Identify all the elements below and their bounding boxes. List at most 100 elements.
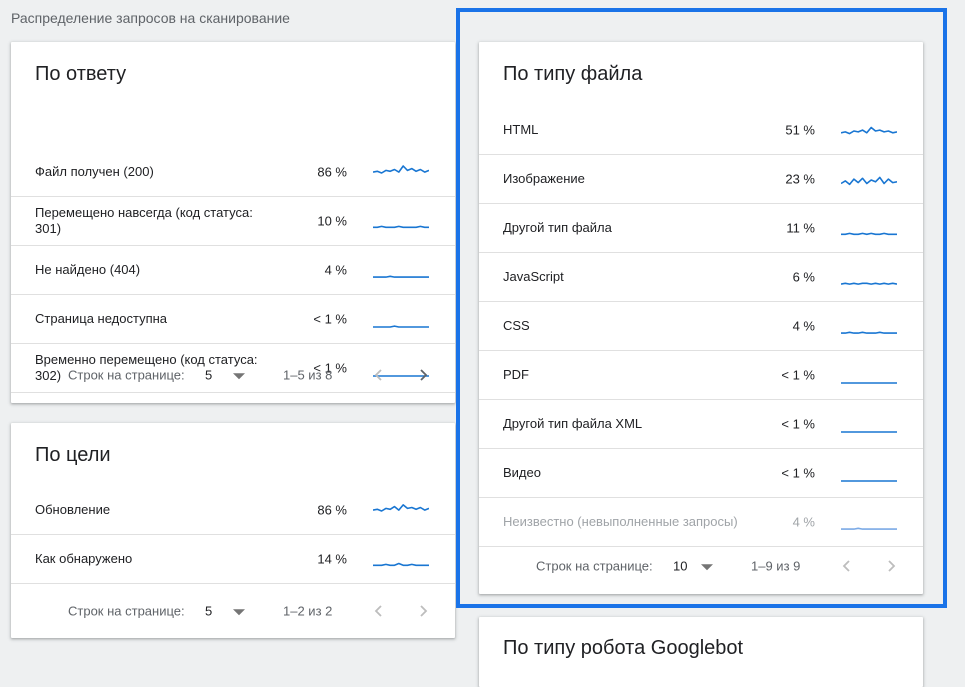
table-row[interactable]: Другой тип файла 11 %	[479, 204, 923, 253]
row-label: CSS	[503, 318, 530, 333]
sparkline-series	[841, 282, 897, 285]
sparkline-series	[373, 504, 429, 512]
row-label: Как обнаружено	[35, 551, 133, 566]
sparkline-series	[373, 165, 429, 174]
sparkline	[373, 562, 429, 567]
row-value: < 1 %	[781, 416, 815, 432]
table-row[interactable]: Другой тип файла XML < 1 %	[479, 400, 923, 449]
rows-list: Обновление 86 % Как обнаружено 14 %	[11, 486, 455, 584]
rows-per-page-label: Строк на странице:	[68, 367, 185, 383]
row-label: Другой тип файла XML	[503, 416, 643, 431]
page-range: 1–9 из 9	[751, 558, 801, 574]
row-value: 23 %	[785, 171, 815, 187]
row-label: Неизвестно (невыполненные запросы)	[503, 514, 738, 529]
card-by-purpose: По цели Обновление 86 % Как обнаружено 14 …	[11, 423, 455, 638]
sparkline-series	[373, 225, 429, 229]
table-row[interactable]: Видео < 1 %	[479, 449, 923, 498]
rows-per-page-select[interactable]: 5	[205, 604, 212, 619]
table-row[interactable]: Изображение 23 %	[479, 155, 923, 204]
row-value: < 1 %	[781, 367, 815, 383]
row-label: Изображение	[503, 171, 585, 186]
table-row[interactable]: Не найдено (404) 4 %	[11, 246, 455, 295]
rows-per-page-label: Строк на странице:	[536, 558, 653, 574]
row-label: Обновление	[35, 502, 111, 517]
caret-down-icon[interactable]	[701, 564, 713, 571]
sparkline	[841, 480, 897, 482]
row-value: 11 %	[786, 220, 815, 236]
sparkline	[841, 126, 897, 135]
card-by-file-type: По типу файла HTML 51 % Изображение 23 % Д…	[479, 42, 923, 594]
sparkline-series	[373, 325, 429, 328]
caret-down-icon[interactable]	[233, 609, 245, 616]
sparkline-series	[373, 275, 429, 278]
chevron-left-icon[interactable]	[372, 368, 386, 382]
chevron-left-icon[interactable]	[372, 604, 386, 618]
table-row[interactable]: Как обнаружено 14 %	[11, 535, 455, 584]
row-label: JavaScript	[503, 269, 564, 284]
row-label: Перемещено навсегда (код статуса: 301)	[35, 205, 253, 236]
sparkline	[373, 225, 429, 229]
row-label: Видео	[503, 465, 541, 480]
row-value: 4 %	[792, 318, 815, 334]
row-value: 51 %	[785, 122, 815, 138]
sparkline	[841, 232, 897, 236]
row-value: 86 %	[317, 502, 347, 518]
table-row[interactable]: Перемещено навсегда (код статуса: 301) 10…	[11, 197, 455, 246]
table-row[interactable]: CSS 4 %	[479, 302, 923, 351]
sparkline	[373, 275, 429, 278]
row-label: PDF	[503, 367, 529, 382]
row-value: 4 %	[792, 514, 815, 530]
row-value: 86 %	[317, 164, 347, 180]
table-row[interactable]: Обновление 86 %	[11, 486, 455, 535]
row-value: 10 %	[317, 213, 347, 229]
chevron-left-icon[interactable]	[840, 559, 854, 573]
row-value: 14 %	[317, 551, 347, 567]
section-title: Распределение запросов на сканирование	[11, 10, 290, 26]
row-label: Файл получен (200)	[35, 164, 154, 179]
chevron-right-icon[interactable]	[416, 368, 430, 382]
sparkline	[841, 331, 897, 334]
rows-per-page-select[interactable]: 10	[673, 559, 687, 574]
caret-down-icon[interactable]	[233, 373, 245, 380]
sparkline-series	[841, 331, 897, 334]
page-range: 1–5 из 8	[283, 367, 333, 383]
pagination: Строк на странице: 5 1–5 из 8	[11, 347, 455, 403]
rows-per-page-select[interactable]: 5	[205, 368, 212, 383]
sparkline	[841, 176, 897, 186]
sparkline-series	[841, 232, 897, 236]
row-value: 6 %	[792, 269, 815, 285]
card-by-googlebot-type: По типу робота Googlebot	[479, 617, 923, 687]
pagination: Строк на странице: 10 1–9 из 9	[479, 538, 923, 594]
sparkline	[373, 504, 429, 512]
sparkline-series	[841, 527, 897, 530]
card-by-response: По ответу Файл получен (200) 86 % Перемещ…	[11, 42, 455, 403]
row-value: < 1 %	[313, 311, 347, 327]
row-label: Другой тип файла	[503, 220, 612, 235]
sparkline	[841, 431, 897, 433]
table-row[interactable]: JavaScript 6 %	[479, 253, 923, 302]
row-value: < 1 %	[781, 465, 815, 481]
card-title: По цели	[35, 444, 111, 466]
table-row[interactable]: Файл получен (200) 86 %	[11, 148, 455, 197]
sparkline	[841, 282, 897, 285]
chevron-right-icon[interactable]	[416, 604, 430, 618]
rows-list: HTML 51 % Изображение 23 % Другой тип файл…	[479, 106, 923, 547]
table-row[interactable]: PDF < 1 %	[479, 351, 923, 400]
sparkline-series	[373, 562, 429, 567]
row-label: Не найдено (404)	[35, 262, 141, 277]
sparkline	[373, 165, 429, 174]
card-title: По типу робота Googlebot	[503, 637, 744, 659]
table-row[interactable]: HTML 51 %	[479, 106, 923, 155]
sparkline	[373, 325, 429, 328]
sparkline	[841, 382, 897, 384]
chevron-right-icon[interactable]	[884, 559, 898, 573]
sparkline	[841, 527, 897, 530]
sparkline-series	[841, 176, 897, 186]
sparkline-series	[841, 126, 897, 135]
row-label: Страница недоступна	[35, 311, 168, 326]
row-label: HTML	[503, 122, 539, 137]
page-range: 1–2 из 2	[283, 603, 333, 619]
row-value: 4 %	[324, 262, 347, 278]
card-title: По ответу	[35, 63, 127, 85]
table-row[interactable]: Страница недоступна < 1 %	[11, 295, 455, 344]
